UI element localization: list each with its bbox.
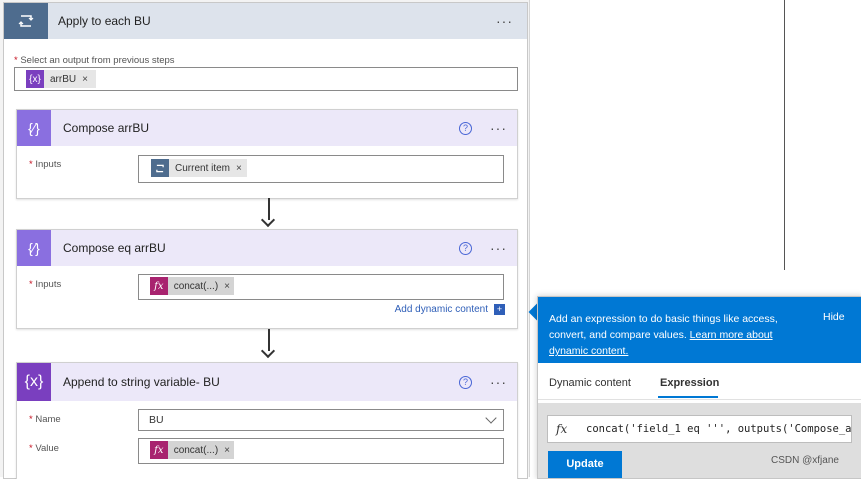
remove-token-icon[interactable]: × [224,281,230,292]
apply-to-each-card: Apply to each BU ··· * Select an output … [3,2,528,479]
apply-to-each-more-icon[interactable]: ··· [496,13,513,29]
help-icon[interactable]: ? [459,375,472,389]
fx-icon: fx [150,441,168,459]
variable-name-value: BU [149,414,164,426]
variable-value-field[interactable]: fx concat(...) × [138,438,504,464]
compose-arrbu-more-icon[interactable]: ··· [490,120,507,136]
inputs-label: * Inputs [29,279,62,290]
compose-eq-arrbu-more-icon[interactable]: ··· [490,240,507,256]
select-output-input[interactable]: {x} arrBU × [14,67,518,91]
concat-token-label: concat(...) [173,280,219,292]
current-item-token[interactable]: Current item × [151,159,247,177]
variable-icon: {x} [17,363,51,401]
tab-expression[interactable]: Expression [660,377,719,389]
active-tab-indicator [658,396,718,398]
inputs-label: * Inputs [29,159,62,170]
remove-token-icon[interactable]: × [236,163,242,174]
inputs-label-text: Inputs [35,279,62,290]
name-label-text: Name [35,414,61,425]
add-dynamic-content-link[interactable]: Add dynamic content + [395,304,505,315]
compose-arrbu-inputs-field[interactable]: Current item × [138,155,504,183]
help-icon[interactable]: ? [459,121,472,135]
arrbu-token[interactable]: {x} arrBU × [26,70,96,88]
apply-to-each-header[interactable]: Apply to each BU ··· [4,3,527,39]
inputs-label-text: Inputs [35,159,62,170]
concat-token[interactable]: fx concat(...) × [150,277,234,295]
current-item-token-label: Current item [175,162,231,174]
panel-header: Add an expression to do basic things lik… [538,297,861,363]
append-to-string-variable-card: {x} Append to string variable- BU ? ··· … [16,362,518,479]
loop-icon [4,3,48,39]
expression-input[interactable]: fx concat('field_1 eq ''', outputs('Comp… [547,415,852,443]
hide-button[interactable]: Hide [823,311,845,323]
compose-icon: {∕} [17,230,51,266]
value-label-text: Value [35,443,59,454]
help-icon[interactable]: ? [459,241,472,255]
fx-icon: fx [150,277,168,295]
compose-eq-arrbu-header[interactable]: {∕} Compose eq arrBU ? ··· [17,230,517,266]
compose-eq-arrbu-card: {∕} Compose eq arrBU ? ··· * Inputs fx c… [16,229,518,329]
variable-name-dropdown[interactable]: BU [138,409,504,431]
compose-eq-arrbu-inputs-field[interactable]: fx concat(...) × [138,274,504,300]
flow-arrow-icon [260,198,276,228]
compose-arrbu-card: {∕} Compose arrBU ? ··· * Inputs Current… [16,109,518,199]
watermark: CSDN @xfjane [771,455,839,466]
panel-description: Add an expression to do basic things lik… [549,311,811,359]
dynamic-content-panel: Add an expression to do basic things lik… [537,296,861,479]
update-button[interactable]: Update [548,451,622,478]
select-output-label: * Select an output from previous steps [14,55,175,66]
flow-arrow-icon [260,329,276,359]
compose-arrbu-title: Compose arrBU [63,121,150,135]
expression-text: concat('field_1 eq ''', outputs('Compose… [586,423,852,435]
append-header[interactable]: {x} Append to string variable- BU ? ··· [17,363,517,401]
remove-token-icon[interactable]: × [224,445,230,456]
value-label: * Value [29,443,59,454]
expression-area: fx concat('field_1 eq ''', outputs('Comp… [538,403,861,478]
concat-token[interactable]: fx concat(...) × [150,441,234,459]
name-label: * Name [29,414,61,425]
flow-canvas: Apply to each BU ··· * Select an output … [0,0,530,479]
variable-icon: {x} [26,70,44,88]
apply-to-each-title: Apply to each BU [58,14,151,28]
panel-tabs: Dynamic content Expression [538,369,861,400]
arrbu-token-label: arrBU [50,73,77,85]
compose-arrbu-header[interactable]: {∕} Compose arrBU ? ··· [17,110,517,146]
select-output-label-text: Select an output from previous steps [20,55,175,66]
add-dynamic-content-text: Add dynamic content [394,304,488,315]
remove-token-icon[interactable]: × [82,74,88,85]
append-more-icon[interactable]: ··· [490,374,507,390]
connector-line [784,0,785,270]
compose-eq-arrbu-title: Compose eq arrBU [63,241,166,255]
tab-dynamic-content[interactable]: Dynamic content [549,377,631,389]
compose-icon: {∕} [17,110,51,146]
concat-token-label: concat(...) [173,444,219,456]
append-title: Append to string variable- BU [63,375,220,389]
add-icon: + [494,304,505,315]
loop-token-icon [151,159,169,177]
fx-icon: fx [556,422,568,436]
chevron-down-icon[interactable] [485,412,497,424]
